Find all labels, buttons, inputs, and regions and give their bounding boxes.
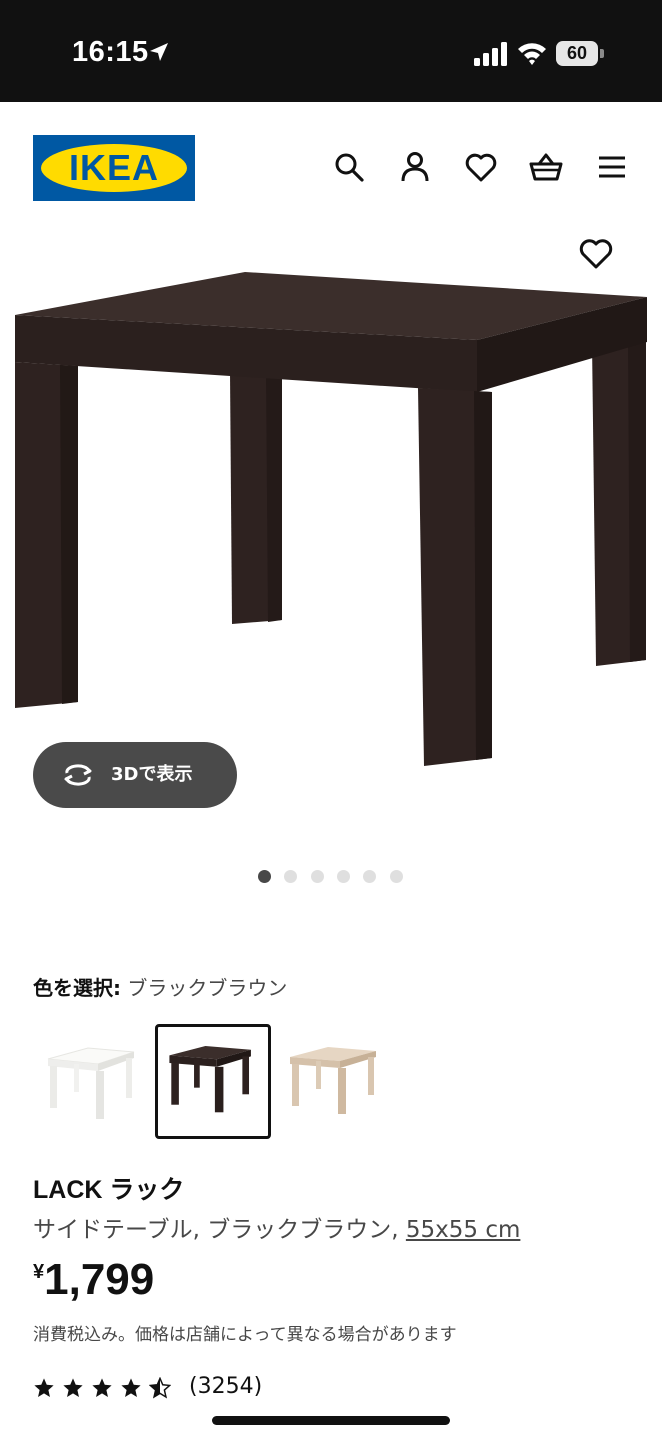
product-name: LACK ラック — [33, 1176, 185, 1204]
color-selected-value: ブラックブラウン — [127, 976, 288, 1000]
wishlist-heart-icon[interactable] — [464, 150, 498, 184]
price-currency: ¥ — [33, 1261, 45, 1283]
product-description: サイドテーブル, ブラックブラウン, 55x55 cm — [33, 1210, 520, 1244]
product-price: ¥1,799 — [33, 1255, 154, 1305]
carousel-dot[interactable] — [311, 870, 324, 883]
color-swatch-black-brown[interactable] — [155, 1024, 271, 1139]
rotate-3d-icon — [64, 764, 92, 786]
logo-text: IKEA — [68, 147, 159, 188]
star-full-icon — [92, 1378, 112, 1397]
color-swatch-white-stained-oak[interactable] — [274, 1024, 390, 1139]
tax-note: 消費税込み。価格は店舗によって異なる場合があります — [33, 1325, 457, 1345]
color-selector-label: 色を選択: — [33, 976, 121, 1000]
search-icon[interactable] — [332, 150, 366, 184]
battery-level: 60 — [566, 43, 588, 63]
carousel-dot[interactable] — [390, 870, 403, 883]
wifi-icon — [518, 43, 546, 65]
product-description-text: サイドテーブル, ブラックブラウン, — [33, 1217, 399, 1243]
star-full-icon — [34, 1378, 54, 1397]
color-swatch-white[interactable] — [38, 1024, 154, 1139]
price-amount: 1,799 — [44, 1255, 155, 1304]
cellular-signal-icon — [474, 42, 507, 66]
site-header: IKEA — [0, 102, 662, 222]
view-3d-button[interactable]: 3Dで表示 — [33, 742, 237, 808]
status-time: 16:15 — [72, 36, 149, 68]
account-icon[interactable] — [398, 150, 432, 184]
star-half-icon — [149, 1377, 171, 1399]
battery-cap — [600, 49, 604, 58]
battery-icon: 60 — [556, 41, 604, 66]
review-count: (3254) — [189, 1374, 263, 1399]
favorite-heart-icon[interactable] — [578, 236, 614, 272]
carousel-dot[interactable] — [258, 870, 271, 883]
status-bar: 16:15 60 — [0, 0, 662, 102]
color-selector-heading: 色を選択: ブラックブラウン — [33, 972, 287, 1001]
menu-hamburger-icon[interactable] — [595, 150, 629, 184]
shopping-basket-icon[interactable] — [529, 150, 563, 184]
star-full-icon — [63, 1378, 83, 1397]
carousel-dot[interactable] — [363, 870, 376, 883]
carousel-dot[interactable] — [337, 870, 350, 883]
view-3d-label: 3Dで表示 — [111, 764, 193, 785]
product-size-link[interactable]: 55x55 cm — [406, 1217, 521, 1243]
location-arrow-icon — [150, 43, 168, 61]
home-indicator[interactable] — [212, 1416, 450, 1425]
carousel-dot[interactable] — [284, 870, 297, 883]
star-full-icon — [121, 1378, 141, 1397]
ikea-logo[interactable]: IKEA — [33, 135, 195, 201]
